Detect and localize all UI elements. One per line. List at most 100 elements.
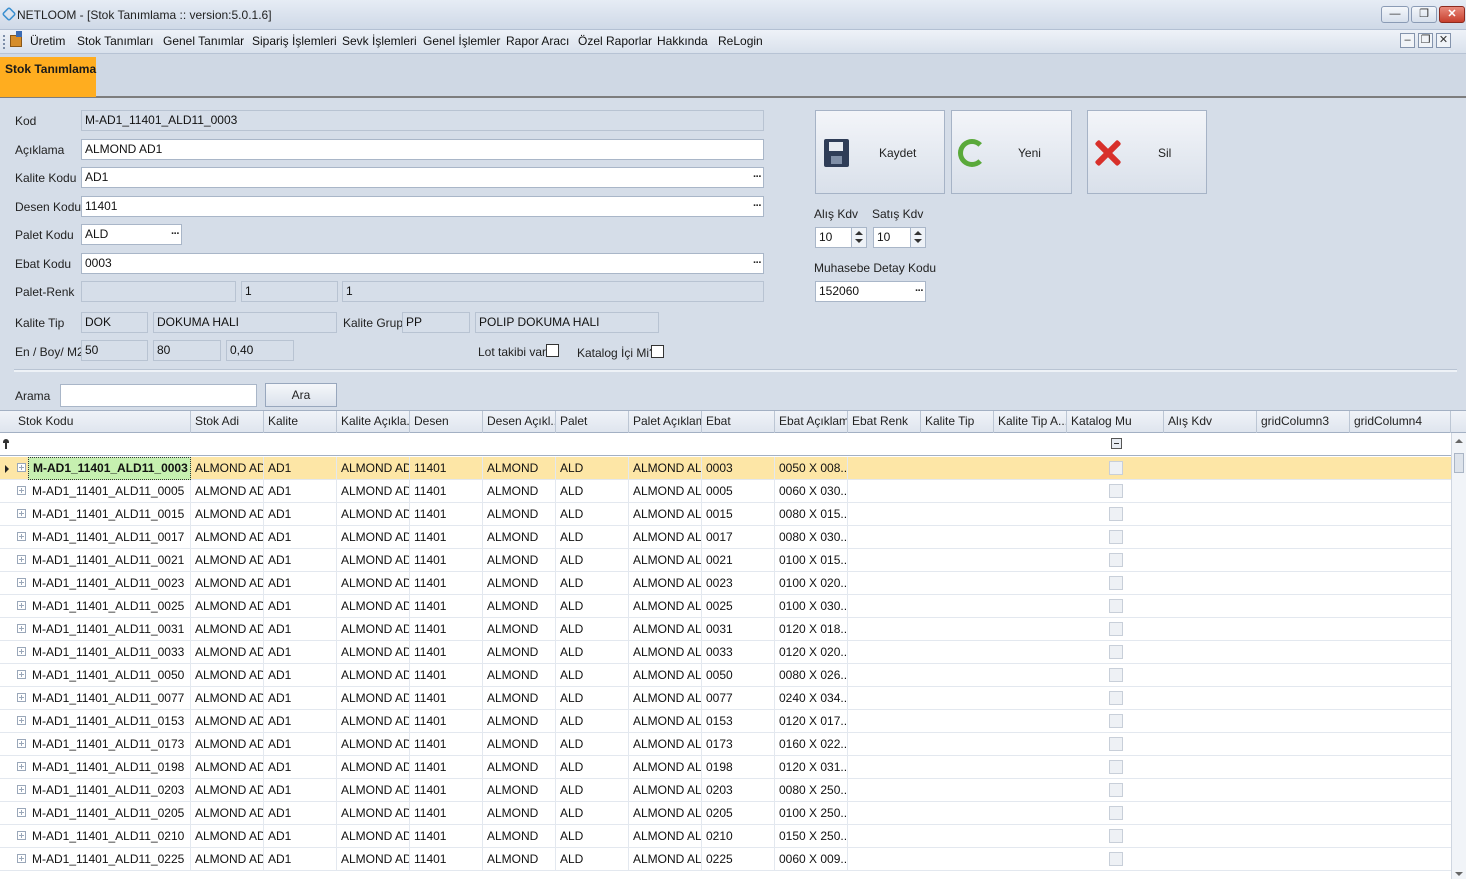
table-cell[interactable]: ALD bbox=[556, 733, 629, 756]
table-cell[interactable]: ALMOND AD1 bbox=[191, 618, 264, 641]
table-cell[interactable]: 0240 X 034... bbox=[775, 687, 848, 710]
table-cell[interactable]: ALMOND bbox=[483, 687, 556, 710]
table-cell[interactable]: 0031 bbox=[702, 618, 775, 641]
table-cell[interactable]: 0100 X 020... bbox=[775, 572, 848, 595]
katalog-mu-checkbox[interactable] bbox=[1109, 484, 1123, 498]
ebat-kodu-lookup-button[interactable]: ··· bbox=[753, 254, 762, 273]
table-cell[interactable]: ALMOND AD1 bbox=[337, 595, 410, 618]
boy-field[interactable]: 80 bbox=[153, 340, 221, 361]
kalite-grup-code-field[interactable]: PP bbox=[402, 312, 470, 333]
table-cell[interactable]: M-AD1_11401_ALD11_0003 bbox=[28, 457, 191, 480]
table-cell[interactable]: 11401 bbox=[410, 848, 483, 871]
katalog-mu-checkbox[interactable] bbox=[1109, 737, 1123, 751]
table-cell[interactable]: ALMOND ALD bbox=[629, 756, 702, 779]
table-cell[interactable]: 0120 X 020... bbox=[775, 641, 848, 664]
table-cell[interactable]: ALMOND AD1 bbox=[337, 664, 410, 687]
table-cell[interactable]: M-AD1_11401_ALD11_0025 bbox=[28, 595, 191, 618]
table-cell[interactable]: 0120 X 018... bbox=[775, 618, 848, 641]
table-cell[interactable]: 0080 X 030... bbox=[775, 526, 848, 549]
table-cell[interactable]: AD1 bbox=[264, 710, 337, 733]
table-cell[interactable]: AD1 bbox=[264, 572, 337, 595]
table-cell[interactable]: 11401 bbox=[410, 641, 483, 664]
table-cell[interactable]: ALMOND bbox=[483, 526, 556, 549]
table-cell[interactable]: 11401 bbox=[410, 756, 483, 779]
table-cell[interactable]: ALMOND bbox=[483, 710, 556, 733]
scroll-down-icon[interactable] bbox=[1455, 872, 1463, 876]
table-cell[interactable]: ALMOND bbox=[483, 664, 556, 687]
table-row[interactable]: M-AD1_11401_ALD11_0015ALMOND AD1AD1ALMON… bbox=[0, 503, 1451, 526]
grid-vertical-scrollbar[interactable] bbox=[1451, 433, 1466, 879]
table-cell[interactable]: ALMOND AD1 bbox=[191, 802, 264, 825]
katalog-mu-checkbox[interactable] bbox=[1109, 691, 1123, 705]
table-cell[interactable]: AD1 bbox=[264, 480, 337, 503]
satis-kdv-spin-buttons[interactable] bbox=[910, 228, 925, 247]
column-header[interactable]: Palet Açıklama bbox=[629, 411, 702, 433]
search-button[interactable]: Ara bbox=[265, 383, 337, 407]
table-cell[interactable]: AD1 bbox=[264, 802, 337, 825]
table-cell[interactable]: ALMOND AD1 bbox=[337, 687, 410, 710]
mdi-close-button[interactable]: ✕ bbox=[1436, 33, 1451, 48]
table-cell[interactable]: 11401 bbox=[410, 802, 483, 825]
palet-renk-field-1[interactable] bbox=[81, 281, 236, 302]
table-cell[interactable]: 11401 bbox=[410, 503, 483, 526]
menu-genel-islemler[interactable]: Genel İşlemler bbox=[423, 34, 500, 48]
table-cell[interactable]: ALMOND AD1 bbox=[337, 756, 410, 779]
table-cell[interactable]: AD1 bbox=[264, 825, 337, 848]
table-cell[interactable]: 0100 X 015... bbox=[775, 549, 848, 572]
menu-relogin[interactable]: ReLogin bbox=[718, 34, 763, 48]
table-cell[interactable]: ALD bbox=[556, 825, 629, 848]
new-button[interactable]: Yeni bbox=[951, 110, 1072, 194]
table-cell[interactable]: ALMOND ALD bbox=[629, 687, 702, 710]
table-cell[interactable]: AD1 bbox=[264, 733, 337, 756]
muhasebe-detay-field[interactable]: 152060 ··· bbox=[815, 281, 926, 302]
expand-row-icon[interactable] bbox=[17, 555, 26, 564]
table-cell[interactable]: ALMOND AD1 bbox=[191, 526, 264, 549]
katalog-mu-checkbox[interactable] bbox=[1109, 576, 1123, 590]
table-cell[interactable]: 0077 bbox=[702, 687, 775, 710]
lot-takibi-checkbox[interactable] bbox=[546, 344, 559, 357]
table-cell[interactable]: ALMOND AD1 bbox=[191, 710, 264, 733]
table-row[interactable]: M-AD1_11401_ALD11_0033ALMOND AD1AD1ALMON… bbox=[0, 641, 1451, 664]
table-cell[interactable]: 11401 bbox=[410, 825, 483, 848]
table-row[interactable]: M-AD1_11401_ALD11_0021ALMOND AD1AD1ALMON… bbox=[0, 549, 1451, 572]
table-cell[interactable]: ALMOND bbox=[483, 480, 556, 503]
table-cell[interactable]: ALMOND AD1 bbox=[337, 526, 410, 549]
table-cell[interactable]: 11401 bbox=[410, 687, 483, 710]
menu-rapor-araci[interactable]: Rapor Aracı bbox=[506, 34, 569, 48]
table-cell[interactable]: ALMOND AD1 bbox=[191, 848, 264, 871]
satis-kdv-spinner[interactable]: 10 bbox=[873, 227, 926, 248]
table-cell[interactable]: ALD bbox=[556, 595, 629, 618]
table-row[interactable]: M-AD1_11401_ALD11_0198ALMOND AD1AD1ALMON… bbox=[0, 756, 1451, 779]
close-button[interactable]: ✕ bbox=[1439, 6, 1465, 23]
table-row[interactable]: M-AD1_11401_ALD11_0003ALMOND AD1AD1ALMON… bbox=[0, 457, 1451, 480]
table-cell[interactable]: 0050 X 008... bbox=[775, 457, 848, 480]
katalog-mu-checkbox[interactable] bbox=[1109, 599, 1123, 613]
table-cell[interactable]: M-AD1_11401_ALD11_0005 bbox=[28, 480, 191, 503]
table-cell[interactable]: ALMOND AD1 bbox=[191, 825, 264, 848]
katalog-mu-checkbox[interactable] bbox=[1109, 507, 1123, 521]
table-cell[interactable]: ALMOND ALD bbox=[629, 779, 702, 802]
table-cell[interactable]: ALMOND bbox=[483, 572, 556, 595]
m2-field[interactable]: 0,40 bbox=[226, 340, 294, 361]
table-cell[interactable]: M-AD1_11401_ALD11_0033 bbox=[28, 641, 191, 664]
menu-genel-tanimlar[interactable]: Genel Tanımlar bbox=[163, 34, 244, 48]
column-header[interactable]: Palet bbox=[556, 411, 629, 433]
palet-renk-field-3[interactable]: 1 bbox=[342, 281, 764, 302]
table-cell[interactable]: ALD bbox=[556, 457, 629, 480]
column-header[interactable]: Katalog Mu bbox=[1067, 411, 1164, 433]
table-cell[interactable]: M-AD1_11401_ALD11_0017 bbox=[28, 526, 191, 549]
table-cell[interactable]: ALMOND ALD bbox=[629, 802, 702, 825]
katalog-mu-checkbox[interactable] bbox=[1109, 461, 1123, 475]
table-cell[interactable]: 0198 bbox=[702, 756, 775, 779]
table-cell[interactable]: ALMOND bbox=[483, 779, 556, 802]
table-cell[interactable]: ALMOND ALD bbox=[629, 825, 702, 848]
table-cell[interactable]: ALD bbox=[556, 572, 629, 595]
table-cell[interactable]: ALMOND bbox=[483, 618, 556, 641]
table-cell[interactable]: ALMOND AD1 bbox=[337, 848, 410, 871]
table-cell[interactable]: M-AD1_11401_ALD11_0225 bbox=[28, 848, 191, 871]
table-row[interactable]: M-AD1_11401_ALD11_0153ALMOND AD1AD1ALMON… bbox=[0, 710, 1451, 733]
desen-kodu-lookup-button[interactable]: ··· bbox=[753, 197, 762, 216]
table-cell[interactable]: 0021 bbox=[702, 549, 775, 572]
expand-row-icon[interactable] bbox=[17, 647, 26, 656]
table-cell[interactable]: ALMOND AD1 bbox=[337, 641, 410, 664]
